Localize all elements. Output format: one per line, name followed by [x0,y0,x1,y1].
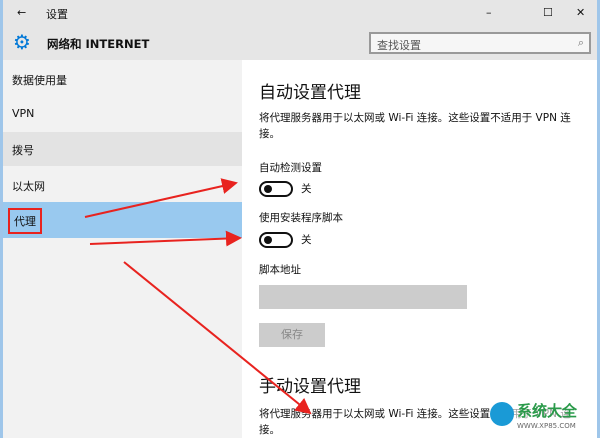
title-bar: ← 设置 – ☐ ✕ [0,0,600,28]
auto-proxy-description: 将代理服务器用于以太网或 Wi-Fi 连接。这些设置不适用于 VPN 连接。 [259,112,571,140]
minimize-button[interactable]: – [486,6,492,19]
script-toggle[interactable] [259,232,293,248]
sidebar-item-data-usage[interactable]: 数据使用量 [3,62,242,96]
script-address-label: 脚本地址 [259,264,301,276]
auto-detect-state: 关 [301,183,312,195]
window-title: 设置 [46,8,68,21]
auto-detect-toggle[interactable] [259,181,293,197]
back-button[interactable]: ← [17,6,26,19]
script-address-input[interactable] [259,285,467,309]
sidebar-item-ethernet[interactable]: 以太网 [3,168,242,202]
proxy-settings: 自动设置代理 将代理服务器用于以太网或 Wi-Fi 连接。这些设置不适用于 VP… [242,60,600,438]
watermark: 系统大全 WWW.XP85.COM [490,400,595,434]
save-button[interactable]: 保存 [259,323,325,347]
maximize-button[interactable]: ☐ [543,6,553,19]
header: ⚙ 网络和 INTERNET 查找设置 ⌕ [0,28,600,60]
manual-proxy-heading: 手动设置代理 [259,377,361,397]
sidebar-item-proxy[interactable]: 代理 [3,202,242,238]
sidebar-item-vpn[interactable]: VPN [3,97,242,131]
auto-detect-label: 自动检测设置 [259,162,322,174]
search-input[interactable]: 查找设置 ⌕ [369,32,591,54]
sidebar: 数据使用量 VPN 拨号 以太网 代理 [0,60,242,438]
search-icon: ⌕ [577,36,584,49]
close-button[interactable]: ✕ [576,6,585,19]
script-label: 使用安装程序脚本 [259,212,343,224]
auto-proxy-heading: 自动设置代理 [259,83,361,103]
script-state: 关 [301,234,312,246]
gear-icon: ⚙ [13,30,31,54]
watermark-logo-icon [490,402,514,426]
page-title: 网络和 INTERNET [47,37,150,51]
sidebar-item-dialup[interactable]: 拨号 [3,132,242,166]
